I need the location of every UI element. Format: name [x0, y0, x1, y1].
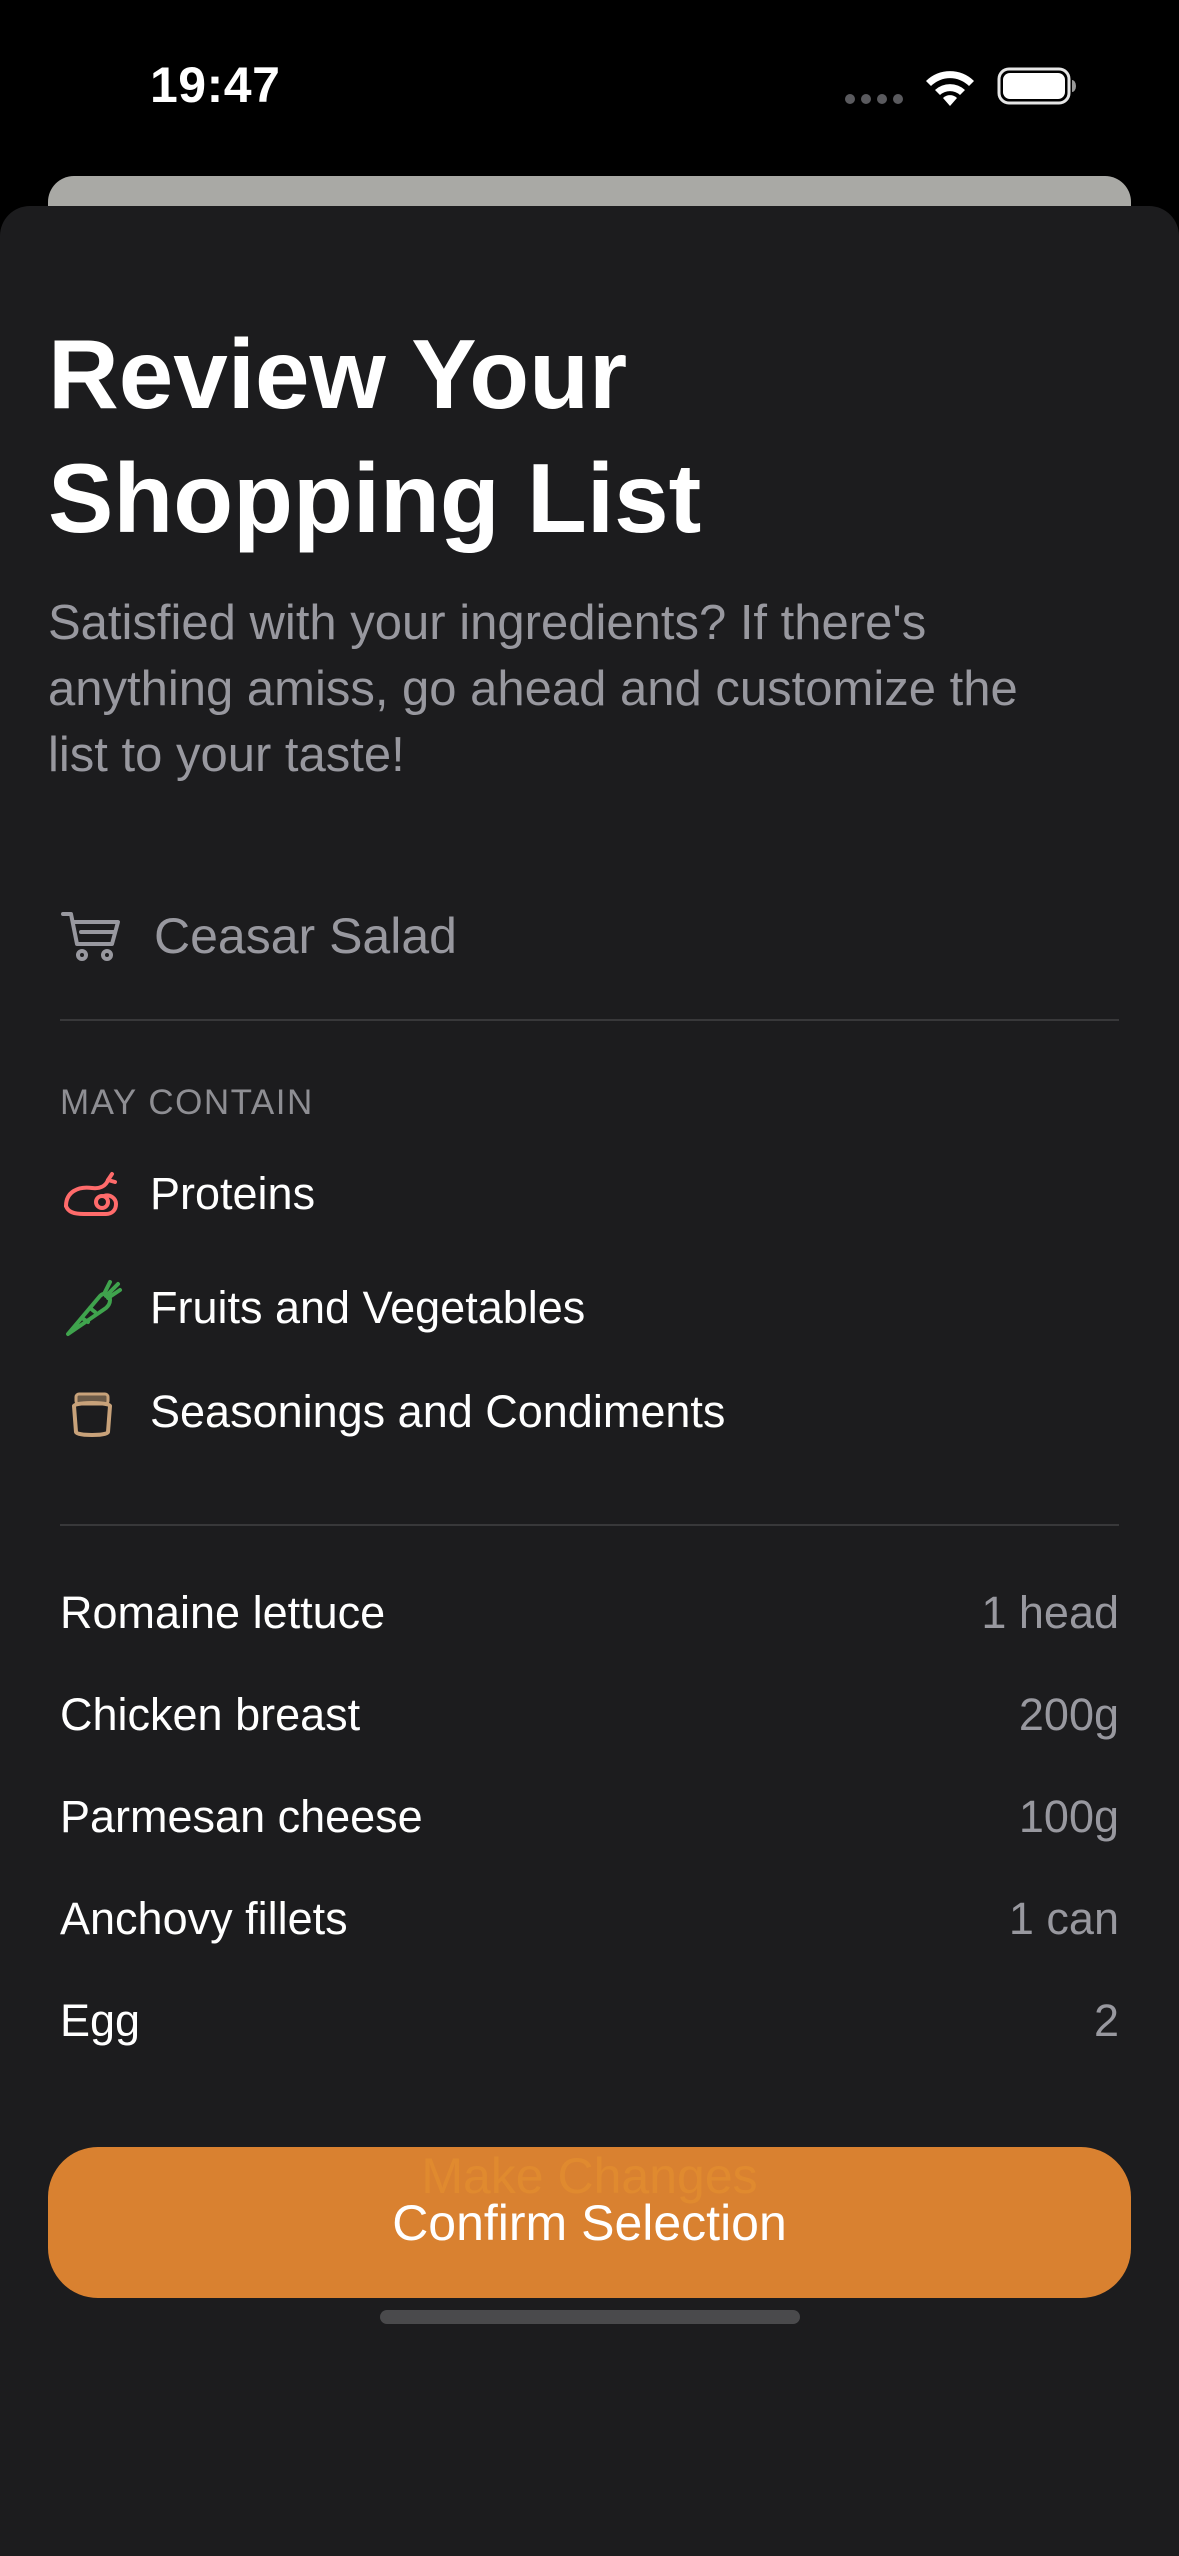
make-changes-button[interactable]: Make Changes: [0, 2136, 1179, 2216]
battery-icon: [997, 67, 1076, 105]
category-seasonings-condiments: Seasonings and Condiments: [60, 1376, 1120, 1448]
category-label: Seasonings and Condiments: [150, 1386, 726, 1437]
home-indicator: [380, 2310, 800, 2324]
category-label: Fruits and Vegetables: [150, 1282, 586, 1333]
recipe-row: Ceasar Salad: [60, 886, 1120, 986]
shopping-list-sheet: Review Your Shopping List Satisfied with…: [0, 206, 1179, 2556]
page-subtitle: Satisfied with your ingredients? If ther…: [48, 590, 1128, 788]
ingredient-name: Egg: [60, 1995, 141, 2046]
ingredient-name: Romaine lettuce: [60, 1587, 386, 1638]
category-proteins: Proteins: [60, 1158, 1120, 1230]
category-fruits-vegetables: Fruits and Vegetables: [60, 1272, 1120, 1344]
ingredient-name: Chicken breast: [60, 1689, 361, 1740]
cellular-signal-icon: [845, 94, 903, 104]
page-title-line-1: Review Your: [48, 319, 628, 429]
recipe-name: Ceasar Salad: [154, 908, 457, 964]
ingredient-name: Anchovy fillets: [60, 1893, 348, 1944]
category-label: Proteins: [150, 1168, 316, 1219]
page-title-line-2: Shopping List: [48, 443, 702, 553]
wifi-icon: [926, 71, 974, 106]
ingredient-row: Egg 2: [60, 1986, 1119, 2056]
ingredient-quantity: 100g: [1018, 1791, 1119, 1842]
ingredient-row: Parmesan cheese 100g: [60, 1782, 1119, 1852]
divider: [60, 1019, 1119, 1021]
may-contain-label: MAY CONTAIN: [60, 1083, 314, 1122]
status-time: 19:47: [150, 57, 281, 113]
cart-icon: [61, 912, 120, 961]
ingredient-row: Anchovy fillets 1 can: [60, 1884, 1119, 1954]
ingredient-name: Parmesan cheese: [60, 1791, 423, 1842]
subtitle-line-2: anything amiss, go ahead and customize t…: [48, 662, 1018, 716]
status-bar: 19:47: [0, 0, 1179, 160]
subtitle-line-1: Satisfied with your ingredients? If ther…: [48, 596, 927, 650]
carrot-icon: [66, 1280, 122, 1336]
ingredient-quantity: 200g: [1018, 1689, 1119, 1740]
ingredient-quantity: 1 head: [981, 1587, 1119, 1638]
chicken-leg-icon: [64, 1172, 118, 1216]
screen: 19:47 Review Your Shopping List Satisfie…: [0, 0, 1179, 2556]
subtitle-line-3: list to your taste!: [48, 728, 405, 782]
jar-icon: [71, 1392, 113, 1437]
page-title: Review Your Shopping List: [48, 312, 1128, 560]
ingredient-quantity: 2: [1093, 1995, 1119, 2046]
divider: [60, 1524, 1119, 1526]
ingredient-row: Romaine lettuce 1 head: [60, 1578, 1119, 1648]
ingredient-row: Chicken breast 200g: [60, 1680, 1119, 1750]
ingredient-quantity: 1 can: [1008, 1893, 1119, 1944]
